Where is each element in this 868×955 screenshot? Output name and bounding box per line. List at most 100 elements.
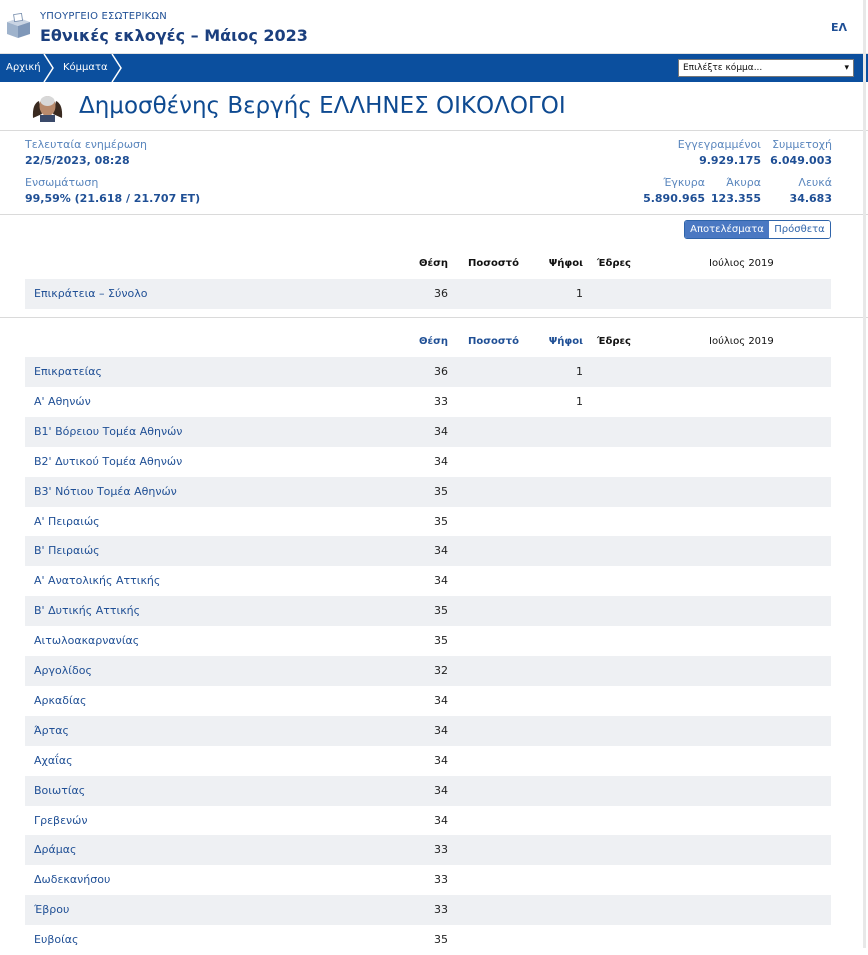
- language-switch[interactable]: ΕΛ: [831, 21, 847, 34]
- section-divider: [0, 317, 868, 318]
- row-name[interactable]: Β2' Δυτικού Τομέα Αθηνών: [34, 447, 182, 477]
- tab-results[interactable]: Αποτελέσματα: [685, 221, 769, 238]
- table-row[interactable]: Β3' Νότιου Τομέα Αθηνών 35: [25, 477, 831, 507]
- row-position: 34: [434, 724, 448, 737]
- row-position: 35: [434, 933, 448, 946]
- row-name[interactable]: Α' Ανατολικής Αττικής: [34, 566, 160, 596]
- table-row[interactable]: Βοιωτίας 34: [25, 776, 831, 806]
- party-header: Δημοσθένης Βεργής ΕΛΛΗΝΕΣ ΟΙΚΟΛΟΓΟΙ: [0, 82, 868, 131]
- view-toggle: Αποτελέσματα Πρόσθετα: [684, 220, 831, 239]
- row-position: 34: [434, 784, 448, 797]
- row-position: 34: [434, 814, 448, 827]
- col-position-header[interactable]: Θέση: [419, 336, 448, 347]
- row-name[interactable]: Α' Πειραιώς: [34, 507, 100, 537]
- site-header: ΥΠΟΥΡΓΕΙΟ ΕΣΩΤΕΡΙΚΩΝ Εθνικές εκλογές – Μ…: [0, 0, 868, 54]
- turnout-value: 6.049.003: [770, 154, 832, 167]
- party-select[interactable]: Επιλέξτε κόμμα... ▾: [678, 59, 854, 77]
- table-row[interactable]: Β' Δυτικής Αττικής 35: [25, 596, 831, 626]
- row-name[interactable]: Γρεβενών: [34, 806, 88, 836]
- col-seats-header: Έδρες: [597, 336, 631, 347]
- row-name[interactable]: Άρτας: [34, 716, 69, 746]
- row-position: 34: [434, 574, 448, 587]
- breadcrumb-home[interactable]: Αρχική: [6, 54, 41, 82]
- row-votes: 1: [576, 365, 583, 378]
- blank-label: Λευκά: [798, 176, 832, 189]
- col-previous-header: Ιούλιος 2019: [709, 336, 774, 347]
- col-votes-header[interactable]: Ψήφοι: [549, 336, 583, 347]
- invalid-label: Άκυρα: [726, 176, 761, 189]
- row-position: 33: [434, 903, 448, 916]
- row-position: 33: [434, 843, 448, 856]
- row-name[interactable]: Επικρατείας: [34, 357, 102, 387]
- valid-value: 5.890.965: [643, 192, 705, 205]
- table-row[interactable]: Β2' Δυτικού Τομέα Αθηνών 34: [25, 447, 831, 477]
- row-name[interactable]: Βοιωτίας: [34, 776, 85, 806]
- table-row[interactable]: Β' Πειραιώς 34: [25, 536, 831, 566]
- valid-label: Έγκυρα: [663, 176, 705, 189]
- party-select-value: Επιλέξτε κόμμα...: [683, 63, 763, 73]
- row-position: 34: [434, 455, 448, 468]
- row-position: 34: [434, 425, 448, 438]
- table-row[interactable]: Αρκαδίας 34: [25, 686, 831, 716]
- table-row[interactable]: Α' Ανατολικής Αττικής 34: [25, 566, 831, 596]
- table-row[interactable]: Επικρατείας 36 1: [25, 357, 831, 387]
- row-position: 35: [434, 485, 448, 498]
- table-row[interactable]: Ευβοίας 35: [25, 925, 831, 955]
- col-previous-header: Ιούλιος 2019: [709, 258, 774, 269]
- row-name[interactable]: Β1' Βόρειου Τομέα Αθηνών: [34, 417, 182, 447]
- table-row[interactable]: Αιτωλοακαρνανίας 35: [25, 626, 831, 656]
- party-leader-avatar: [32, 96, 63, 122]
- tab-extra[interactable]: Πρόσθετα: [769, 221, 830, 238]
- row-name[interactable]: Ευβοίας: [34, 925, 79, 955]
- election-title[interactable]: Εθνικές εκλογές – Μάιος 2023: [40, 26, 308, 45]
- table-row[interactable]: Β1' Βόρειου Τομέα Αθηνών 34: [25, 417, 831, 447]
- col-percent-header: Ποσοστό: [468, 258, 519, 269]
- table-row[interactable]: Επικράτεια – Σύνολο 36 1: [25, 279, 831, 309]
- row-name[interactable]: Δράμας: [34, 835, 76, 865]
- invalid-value: 123.355: [710, 192, 761, 205]
- row-position: 33: [434, 873, 448, 886]
- row-name[interactable]: Β' Δυτικής Αττικής: [34, 596, 140, 626]
- chevron-down-icon: ▾: [844, 63, 849, 73]
- row-name[interactable]: Αιτωλοακαρνανίας: [34, 626, 139, 656]
- row-name[interactable]: Β' Πειραιώς: [34, 536, 100, 566]
- ministry-label: ΥΠΟΥΡΓΕΙΟ ΕΣΩΤΕΡΙΚΩΝ: [40, 11, 167, 22]
- last-update-label: Τελευταία ενημέρωση: [25, 138, 147, 151]
- row-position: 35: [434, 604, 448, 617]
- row-name[interactable]: Έβρου: [34, 895, 69, 925]
- registered-label: Εγγεγραμμένοι: [677, 138, 761, 151]
- table-row[interactable]: Αργολίδος 32: [25, 656, 831, 686]
- turnout-label: Συμμετοχή: [772, 138, 832, 151]
- table-row[interactable]: Α' Πειραιώς 35: [25, 507, 831, 537]
- scrollbar[interactable]: [863, 0, 866, 948]
- breadcrumb-parties[interactable]: Κόμματα: [63, 54, 108, 82]
- col-position-header: Θέση: [419, 258, 448, 269]
- row-name[interactable]: Αρκαδίας: [34, 686, 86, 716]
- table-row[interactable]: Έβρου 33: [25, 895, 831, 925]
- row-name[interactable]: Α' Αθηνών: [34, 387, 91, 417]
- row-name[interactable]: Αργολίδος: [34, 656, 92, 686]
- registered-value: 9.929.175: [699, 154, 761, 167]
- row-votes: 1: [576, 287, 583, 300]
- col-percent-header[interactable]: Ποσοστό: [468, 336, 519, 347]
- table-row[interactable]: Αχαΐας 34: [25, 746, 831, 776]
- election-stats: Τελευταία ενημέρωση 22/5/2023, 08:28 Ενσ…: [0, 131, 868, 215]
- table-row[interactable]: Δράμας 33: [25, 835, 831, 865]
- row-name[interactable]: Δωδεκανήσου: [34, 865, 110, 895]
- row-name[interactable]: Β3' Νότιου Τομέα Αθηνών: [34, 477, 177, 507]
- row-name[interactable]: Επικράτεια – Σύνολο: [34, 279, 147, 309]
- table-row[interactable]: Δωδεκανήσου 33: [25, 865, 831, 895]
- breadcrumb-separator-icon: [111, 54, 122, 82]
- table-row[interactable]: Γρεβενών 34: [25, 806, 831, 836]
- table-row[interactable]: Α' Αθηνών 33 1: [25, 387, 831, 417]
- row-position: 35: [434, 634, 448, 647]
- breadcrumb-separator-icon: [43, 54, 54, 82]
- table-row[interactable]: Άρτας 34: [25, 716, 831, 746]
- breadcrumb-bar: Αρχική Κόμματα Επιλέξτε κόμμα... ▾: [0, 54, 868, 82]
- blank-value: 34.683: [789, 192, 832, 205]
- row-position: 36: [434, 287, 448, 300]
- row-votes: 1: [576, 395, 583, 408]
- row-name[interactable]: Αχαΐας: [34, 746, 73, 776]
- integration-label: Ενσωμάτωση: [25, 176, 99, 189]
- row-position: 33: [434, 395, 448, 408]
